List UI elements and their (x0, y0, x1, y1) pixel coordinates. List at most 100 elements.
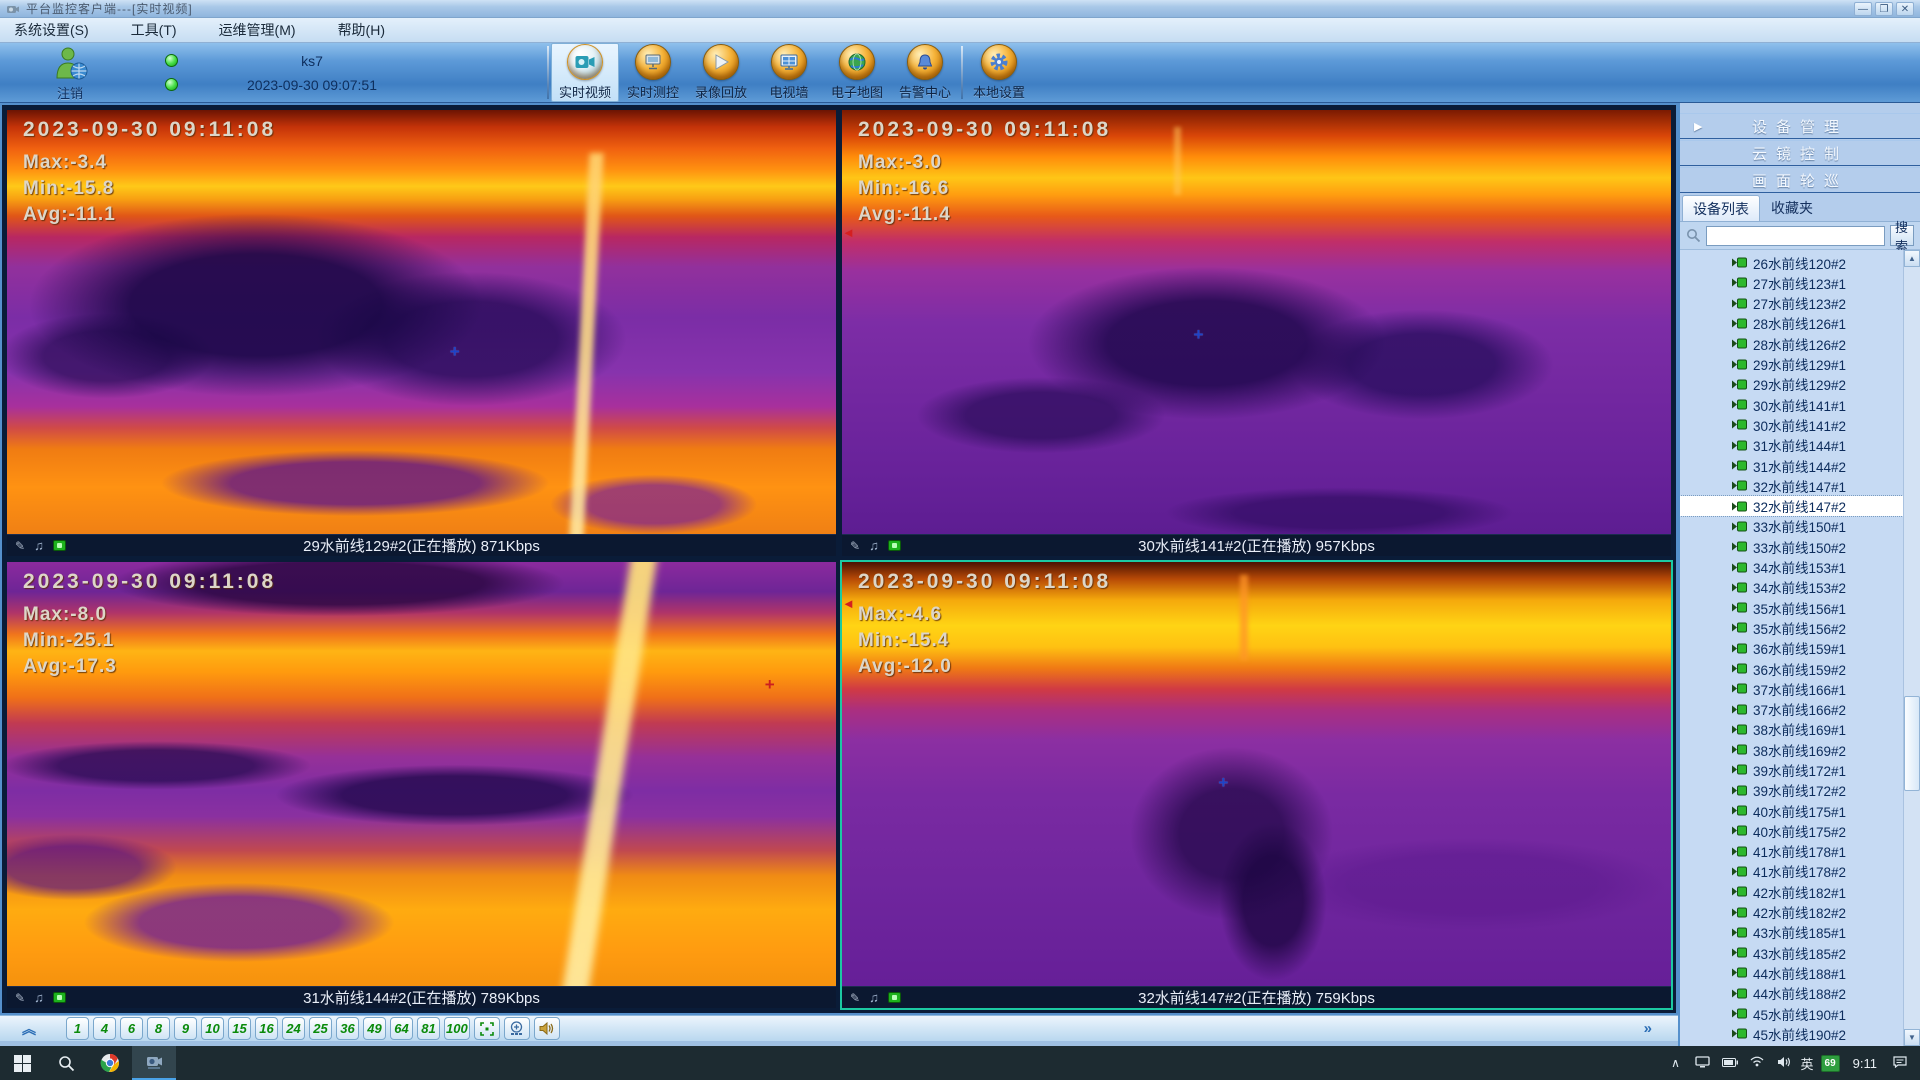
device-item[interactable]: 45水前线190#2 (1680, 1024, 1903, 1044)
device-item[interactable]: 42水前线182#1 (1680, 882, 1903, 902)
layout-count-button[interactable]: 9 (174, 1017, 197, 1040)
video-cell-4[interactable]: 2023-09-30 09:11:08 Max:-4.6 Min:-15.4 A… (842, 562, 1671, 1008)
device-item[interactable]: 29水前线129#2 (1680, 374, 1903, 394)
device-item[interactable]: 41水前线178#1 (1680, 841, 1903, 861)
device-item[interactable]: 43水前线185#2 (1680, 943, 1903, 963)
device-item[interactable]: 39水前线172#2 (1680, 780, 1903, 800)
scroll-down-icon[interactable]: ▼ (1904, 1029, 1920, 1046)
device-item[interactable]: 31水前线144#1 (1680, 435, 1903, 455)
video-cell-1[interactable]: 2023-09-30 09:11:08 Max:-3.4 Min:-15.8 A… (7, 110, 836, 556)
layout-count-button[interactable]: 15 (228, 1017, 251, 1040)
layout-count-button[interactable]: 8 (147, 1017, 170, 1040)
thermal-image-4[interactable]: 2023-09-30 09:11:08 Max:-4.6 Min:-15.4 A… (842, 562, 1671, 986)
panel-screen-tour[interactable]: 画面轮巡 (1680, 167, 1920, 193)
device-search-input[interactable] (1706, 226, 1885, 246)
tray-expand-icon[interactable]: ∧ (1666, 1056, 1686, 1070)
toolbar-playback-button[interactable]: 录像回放 (687, 43, 755, 102)
layout-count-button[interactable]: 81 (417, 1017, 440, 1040)
device-item[interactable]: 33水前线150#1 (1680, 516, 1903, 536)
logout-button[interactable]: 注销 (30, 44, 110, 102)
close-button[interactable]: ✕ (1896, 2, 1914, 16)
search-button[interactable]: 搜索 (1890, 225, 1914, 246)
toolbar-live-control-button[interactable]: 实时测控 (619, 43, 687, 102)
record-icon[interactable] (888, 540, 901, 551)
monitor-tray-icon[interactable] (1693, 1056, 1713, 1071)
device-item[interactable]: 36水前线159#1 (1680, 638, 1903, 658)
toolbar-local-settings-button[interactable]: 本地设置 (965, 43, 1033, 102)
battery-icon[interactable] (1720, 1056, 1740, 1070)
device-item[interactable]: 39水前线172#1 (1680, 760, 1903, 780)
layout-count-button[interactable]: 1 (66, 1017, 89, 1040)
network-icon[interactable] (1747, 1056, 1767, 1070)
device-item[interactable]: 29水前线129#1 (1680, 354, 1903, 374)
device-item[interactable]: 38水前线169#2 (1680, 740, 1903, 760)
layout-count-button[interactable]: 24 (282, 1017, 305, 1040)
thermal-image-1[interactable]: 2023-09-30 09:11:08 Max:-3.4 Min:-15.8 A… (7, 110, 836, 534)
toolbar-tv-wall-button[interactable]: 电视墙 (755, 43, 823, 102)
device-item[interactable]: 30水前线141#2 (1680, 415, 1903, 435)
device-item[interactable]: 40水前线175#1 (1680, 800, 1903, 820)
video-cell-3[interactable]: 2023-09-30 09:11:08 Max:-8.0 Min:-25.1 A… (7, 562, 836, 1008)
expand-right-icon[interactable]: » (1644, 1020, 1666, 1037)
toolbar-live-video-button[interactable]: 实时视频 (551, 43, 619, 102)
toolbar-e-map-button[interactable]: 电子地图 (823, 43, 891, 102)
pen-icon[interactable]: ✎ (850, 539, 860, 553)
device-item[interactable]: 34水前线153#2 (1680, 577, 1903, 597)
layout-count-button[interactable]: 49 (363, 1017, 386, 1040)
battery-percent-badge[interactable]: 69 (1821, 1055, 1840, 1072)
device-item[interactable]: 35水前线156#2 (1680, 618, 1903, 638)
device-item[interactable]: 28水前线126#1 (1680, 313, 1903, 333)
layout-count-button[interactable]: 100 (444, 1017, 470, 1040)
layout-count-button[interactable]: 36 (336, 1017, 359, 1040)
device-item[interactable]: 40水前线175#2 (1680, 821, 1903, 841)
device-item[interactable]: 41水前线178#2 (1680, 861, 1903, 881)
layout-count-button[interactable]: 10 (201, 1017, 224, 1040)
record-icon[interactable] (888, 992, 901, 1003)
ime-language-indicator[interactable]: 英 (1801, 1054, 1814, 1073)
pen-icon[interactable]: ✎ (15, 539, 25, 553)
tab-device-list[interactable]: 设备列表 (1682, 195, 1760, 221)
device-item[interactable]: 35水前线156#1 (1680, 597, 1903, 617)
pen-icon[interactable]: ✎ (15, 991, 25, 1005)
layout-count-button[interactable]: 64 (390, 1017, 413, 1040)
fullscreen-button[interactable] (474, 1017, 500, 1040)
collapse-up-icon[interactable]: ︽ (12, 1018, 46, 1040)
panel-device-management[interactable]: ▶ 设备管理 (1680, 113, 1920, 139)
start-button[interactable] (0, 1046, 44, 1080)
device-item[interactable]: 37水前线166#2 (1680, 699, 1903, 719)
speaker-button[interactable] (534, 1017, 560, 1040)
device-item[interactable]: 36水前线159#2 (1680, 658, 1903, 678)
device-item[interactable]: 28水前线126#2 (1680, 334, 1903, 354)
scrollbar-thumb[interactable] (1904, 696, 1920, 791)
device-item[interactable]: 44水前线188#2 (1680, 983, 1903, 1003)
audio-note-icon[interactable]: ♫ (34, 990, 44, 1005)
audio-note-icon[interactable]: ♫ (869, 990, 879, 1005)
device-item[interactable]: 33水前线150#2 (1680, 537, 1903, 557)
taskbar-clock[interactable]: 9:11 (1847, 1056, 1883, 1071)
layout-count-button[interactable]: 6 (120, 1017, 143, 1040)
menu-ops-management[interactable]: 运维管理(M) (215, 18, 300, 42)
layout-count-button[interactable]: 25 (309, 1017, 332, 1040)
device-item[interactable]: 42水前线182#2 (1680, 902, 1903, 922)
audio-note-icon[interactable]: ♫ (34, 538, 44, 553)
scroll-up-icon[interactable]: ▲ (1904, 250, 1920, 267)
layout-count-button[interactable]: 4 (93, 1017, 116, 1040)
device-item[interactable]: 34水前线153#1 (1680, 557, 1903, 577)
minimize-button[interactable]: — (1854, 2, 1872, 16)
menu-tools[interactable]: 工具(T) (127, 18, 181, 42)
device-list-scrollbar[interactable]: ▲ ▼ (1903, 250, 1920, 1046)
volume-icon[interactable] (1774, 1056, 1794, 1071)
device-item[interactable]: 37水前线166#1 (1680, 679, 1903, 699)
taskbar-monitor-app-button[interactable] (132, 1046, 176, 1080)
panel-ptz-control[interactable]: 云镜控制 (1680, 140, 1920, 166)
device-item[interactable]: 44水前线188#1 (1680, 963, 1903, 983)
audio-note-icon[interactable]: ♫ (869, 538, 879, 553)
add-split-button[interactable] (504, 1017, 530, 1040)
record-icon[interactable] (53, 540, 66, 551)
device-item[interactable]: 30水前线141#1 (1680, 395, 1903, 415)
thermal-image-2[interactable]: 2023-09-30 09:11:08 Max:-3.0 Min:-16.6 A… (842, 110, 1671, 534)
notification-center-icon[interactable] (1890, 1056, 1910, 1071)
menu-system-settings[interactable]: 系统设置(S) (10, 18, 93, 42)
menu-help[interactable]: 帮助(H) (334, 18, 389, 42)
device-item[interactable]: 43水前线185#1 (1680, 922, 1903, 942)
